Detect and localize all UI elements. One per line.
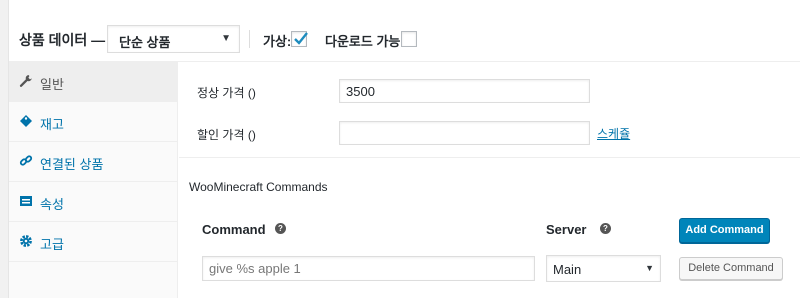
sale-price-input[interactable] — [339, 121, 590, 145]
regular-price-input[interactable]: 3500 — [339, 79, 590, 103]
tab-label: 일반 — [40, 77, 64, 92]
tab-label: 고급 — [40, 237, 64, 252]
product-data-tabs: 일반 재고 연결된 상품 속성 고급 — [9, 62, 178, 298]
checkmark-icon — [294, 32, 308, 45]
tag-icon — [20, 115, 32, 127]
virtual-label: 가상: — [263, 34, 292, 49]
server-select[interactable]: Main ▼ — [546, 255, 661, 282]
table-icon — [20, 196, 32, 206]
product-data-header: 상품 데이터 — 단순 상품 ▼ 가상: 다운로드 가능: — [9, 0, 800, 62]
tab-attributes[interactable]: 속성 — [9, 182, 178, 222]
delete-command-button[interactable]: Delete Command — [679, 257, 783, 280]
server-column-header: Server — [546, 222, 587, 237]
add-command-button[interactable]: Add Command — [679, 218, 770, 243]
downloadable-checkbox[interactable] — [401, 31, 417, 47]
schedule-link[interactable]: 스케쥴 — [597, 125, 630, 142]
woominecraft-section-title: WooMinecraft Commands — [189, 180, 328, 194]
help-icon[interactable]: ? — [600, 223, 611, 234]
downloadable-label: 다운로드 가능: — [325, 34, 405, 49]
tab-linked-products[interactable]: 연결된 상품 — [9, 142, 178, 182]
section-divider — [179, 157, 800, 158]
general-panel: 정상 가격 () 3500 할인 가격 () 스케쥴 WooMinecraft … — [179, 62, 800, 298]
tab-label: 재고 — [40, 117, 64, 132]
help-icon[interactable]: ? — [275, 223, 286, 234]
command-input[interactable]: give %s apple 1 — [202, 256, 535, 281]
virtual-checkbox[interactable] — [291, 31, 308, 47]
product-type-select[interactable]: 단순 상품 ▼ — [107, 25, 240, 53]
wrench-icon — [19, 75, 32, 87]
gear-icon — [20, 235, 32, 247]
server-select-value: Main — [553, 262, 582, 277]
tab-label: 연결된 상품 — [40, 157, 104, 172]
sale-price-label: 할인 가격 () — [197, 128, 256, 142]
chevron-down-icon: ▼ — [645, 263, 654, 273]
tab-general[interactable]: 일반 — [9, 62, 178, 102]
tab-inventory[interactable]: 재고 — [9, 102, 178, 142]
link-icon — [19, 155, 33, 166]
command-column-header: Command — [202, 222, 266, 237]
chevron-down-icon: ▼ — [221, 33, 231, 44]
product-data-panel: 상품 데이터 — 단순 상품 ▼ 가상: 다운로드 가능: 일반 재고 연결된 … — [8, 0, 800, 298]
regular-price-label: 정상 가격 () — [197, 86, 256, 100]
tab-label: 속성 — [40, 197, 64, 212]
product-type-value: 단순 상품 — [119, 35, 171, 50]
product-data-title: 상품 데이터 — — [19, 32, 106, 48]
tab-advanced[interactable]: 고급 — [9, 222, 178, 262]
header-divider — [249, 30, 250, 48]
